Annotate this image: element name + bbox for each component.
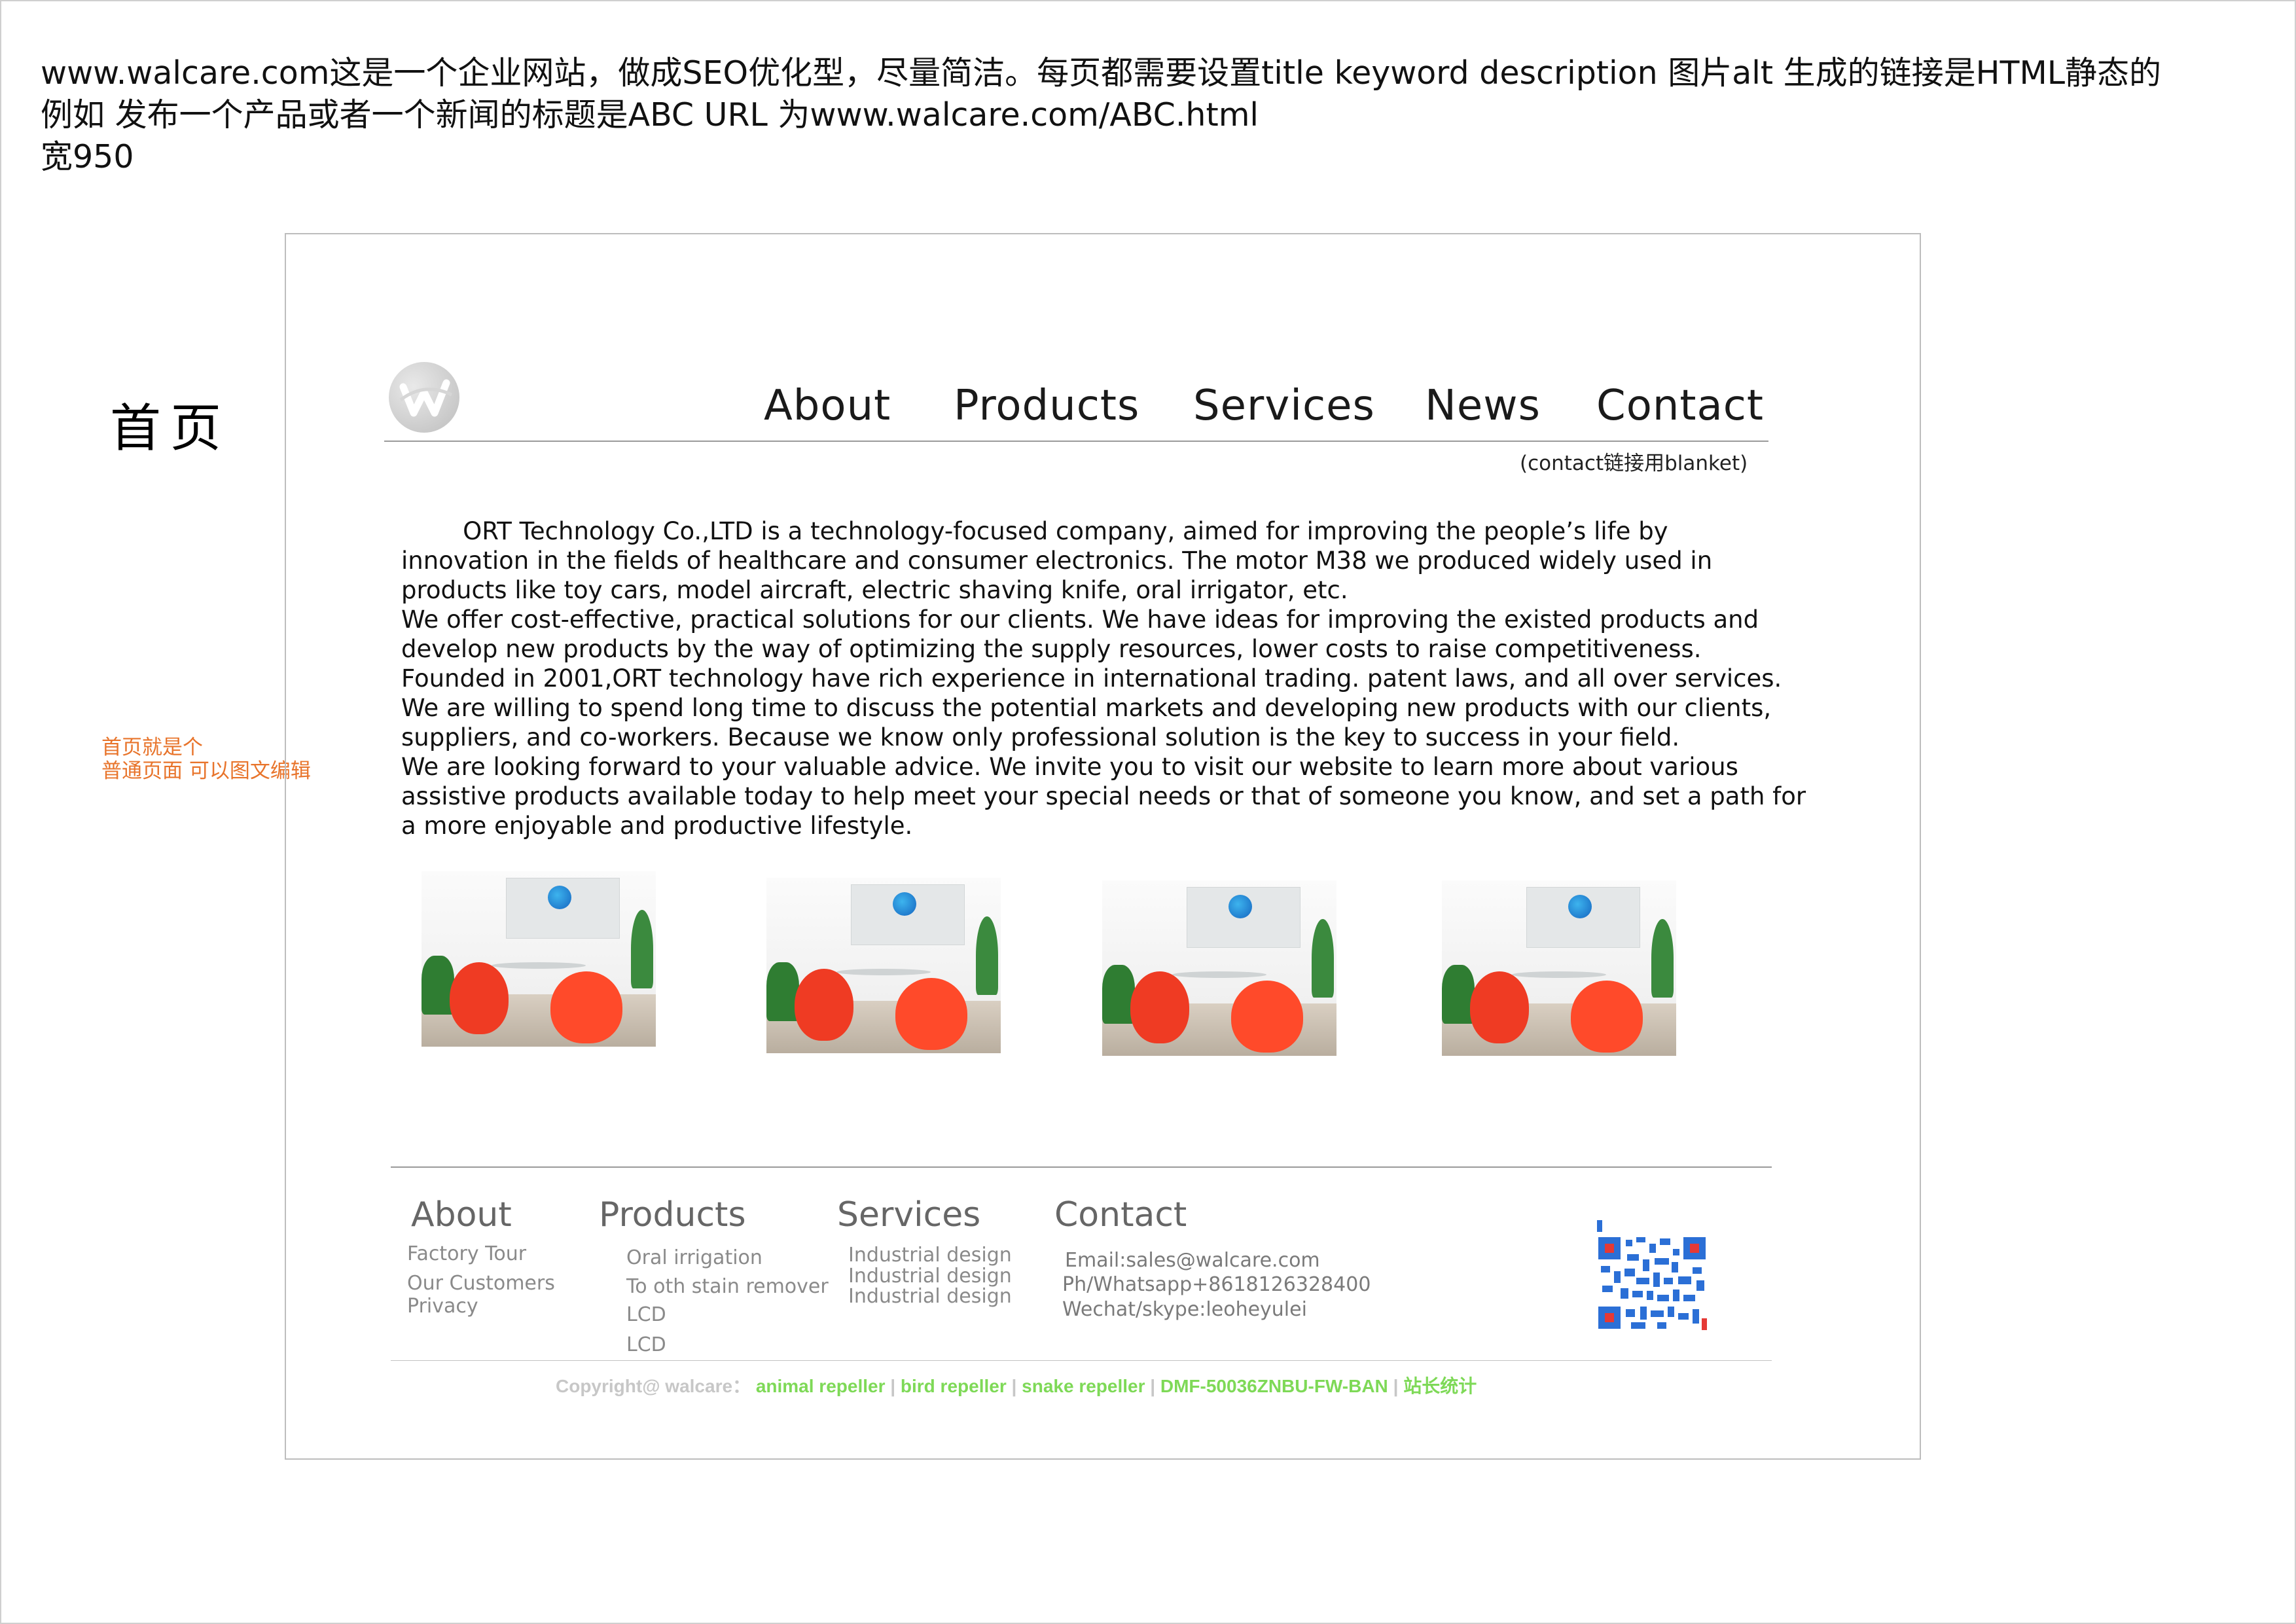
gallery-photo-3[interactable] (1102, 880, 1336, 1056)
nav-divider (384, 441, 1768, 442)
intro-line: We are looking forward to your valuable … (401, 753, 1738, 781)
nav-services[interactable]: Services (1193, 382, 1375, 430)
copyright-link-stats[interactable]: 站长统计 (1403, 1376, 1477, 1396)
footer-link-privacy[interactable]: Privacy (407, 1295, 478, 1318)
intro-line: develop new products by the way of optim… (401, 635, 1702, 663)
nav-contact[interactable]: Contact (1596, 382, 1764, 430)
footer-link-industrial-design[interactable]: Industrial design (848, 1265, 1012, 1288)
intro-line: products like toy cars, model aircraft, … (401, 576, 1348, 604)
footer-email[interactable]: Email:sales@walcare.com (1065, 1249, 1320, 1272)
intro-line: assistive products available today to he… (401, 782, 1806, 810)
copyright-bar: Copyright@ walcare： animal repeller | bi… (556, 1372, 1477, 1398)
footer-heading-services[interactable]: Services (837, 1195, 980, 1235)
annotation-note-line-1: 首页就是个 (101, 736, 203, 759)
footer-link-stain-remover[interactable]: To oth stain remover (626, 1275, 829, 1298)
intro-line: ORT Technology Co.,LTD is a technology-f… (401, 517, 1668, 545)
nav-products[interactable]: Products (954, 382, 1139, 430)
spec-note-line-3: 宽950 (41, 138, 134, 175)
intro-line: suppliers, and co-workers. Because we kn… (401, 723, 1680, 751)
footer-link-industrial-design[interactable]: Industrial design (848, 1285, 1012, 1308)
copyright-separator: | (1150, 1376, 1160, 1396)
footer-link-our-customers[interactable]: Our Customers (407, 1272, 555, 1295)
intro-line: We are willing to spend long time to dis… (401, 694, 1772, 722)
copyright-link-model[interactable]: DMF-50036ZNBU-FW-BAN (1160, 1376, 1388, 1396)
footer-link-factory-tour[interactable]: Factory Tour (407, 1242, 526, 1265)
nav-about[interactable]: About (764, 382, 891, 430)
intro-line: Founded in 2001,ORT technology have rich… (401, 664, 1782, 693)
copyright-separator: | (1011, 1376, 1022, 1396)
copyright-separator: | (1393, 1376, 1404, 1396)
footer-link-lcd[interactable]: LCD (626, 1333, 666, 1356)
footer-wechat: Wechat/skype:leoheyulei (1062, 1298, 1307, 1321)
gallery-photo-1[interactable] (422, 871, 656, 1047)
footer-heading-contact[interactable]: Contact (1054, 1195, 1187, 1235)
footer-phone: Ph/Whatsapp+8618126328400 (1062, 1273, 1371, 1296)
page-mockup: About Products Services News Contact (co… (285, 233, 1921, 1460)
gallery-photo-2[interactable] (766, 878, 1001, 1053)
footer-link-lcd[interactable]: LCD (626, 1303, 666, 1326)
footer-heading-about[interactable]: About (411, 1195, 512, 1235)
site-logo[interactable] (389, 362, 459, 433)
nav-news[interactable]: News (1425, 382, 1541, 430)
qr-code-icon (1594, 1218, 1710, 1333)
spec-note-line-1: www.walcare.com这是一个企业网站，做成SEO优化型，尽量简洁。每页… (41, 54, 2162, 92)
copyright-separator: | (890, 1376, 901, 1396)
intro-text: ORT Technology Co.,LTD is a technology-f… (401, 516, 1806, 840)
footer-divider-bottom (391, 1360, 1772, 1361)
annotation-note: 首页就是个 普通页面 可以图文编辑 (101, 736, 311, 783)
spec-note-line-2: 例如 发布一个产品或者一个新闻的标题是ABC URL 为www.walcare.… (41, 96, 1259, 134)
intro-line: innovation in the fields of healthcare a… (401, 547, 1713, 575)
gallery-photo-4[interactable] (1442, 880, 1676, 1056)
footer-link-oral-irrigation[interactable]: Oral irrigation (626, 1246, 762, 1269)
copyright-link-bird-repeller[interactable]: bird repeller (901, 1376, 1007, 1396)
footer-divider-top (391, 1166, 1772, 1168)
copyright-link-animal-repeller[interactable]: animal repeller (756, 1376, 886, 1396)
footer-heading-products[interactable]: Products (599, 1195, 746, 1235)
footer-link-industrial-design[interactable]: Industrial design (848, 1244, 1012, 1267)
page-label: 首页 (110, 399, 231, 458)
intro-line: We offer cost-effective, practical solut… (401, 605, 1759, 634)
annotation-note-line-2: 普通页面 可以图文编辑 (101, 759, 311, 783)
copyright-link-snake-repeller[interactable]: snake repeller (1022, 1376, 1145, 1396)
spec-notes: www.walcare.com这是一个企业网站，做成SEO优化型，尽量简洁。每页… (41, 52, 2161, 178)
logo-w-icon (399, 379, 453, 417)
intro-line: a more enjoyable and productive lifestyl… (401, 812, 913, 840)
copyright-prefix: Copyright@ walcare： (556, 1376, 751, 1396)
contact-annotation: (contact链接用blanket) (1520, 452, 1748, 475)
